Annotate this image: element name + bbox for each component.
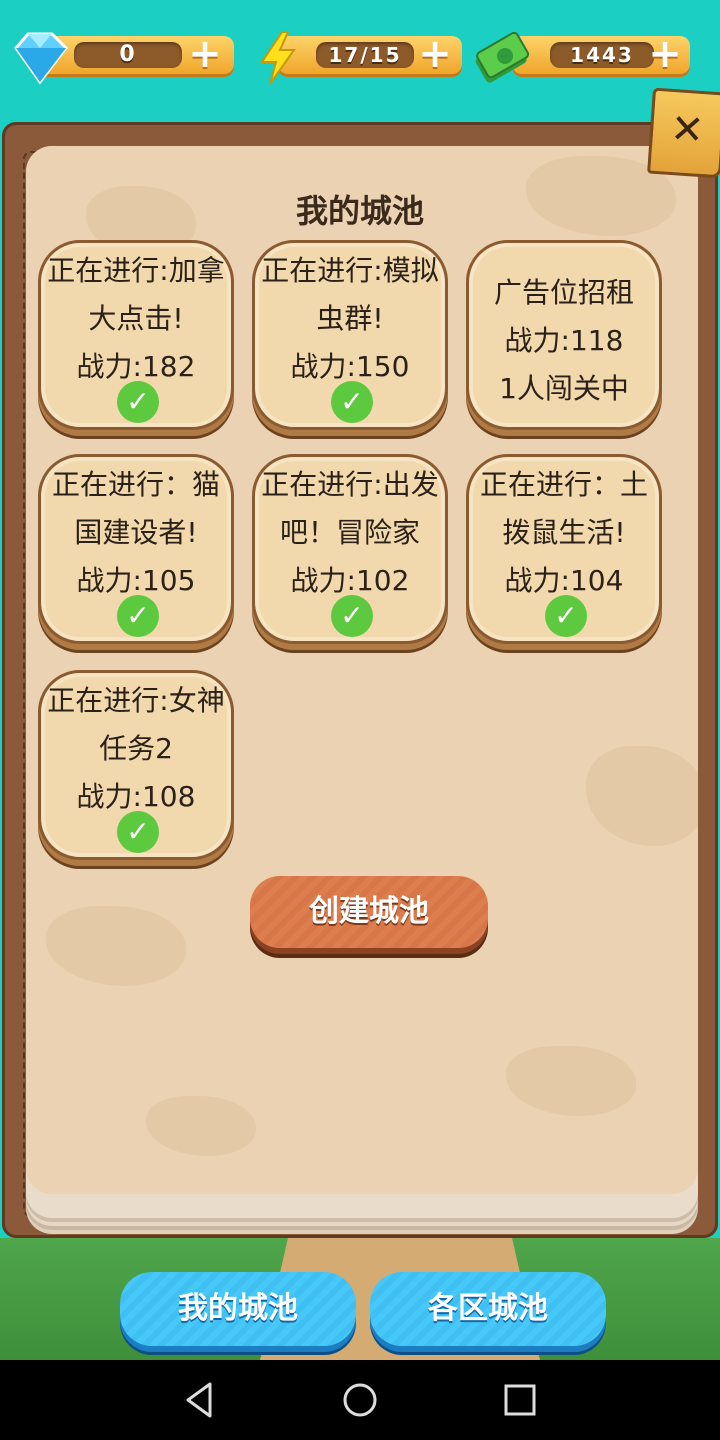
system-nav-bar bbox=[0, 1360, 720, 1440]
add-energy-button[interactable]: + bbox=[418, 34, 452, 74]
page-title: 我的城池 bbox=[295, 192, 424, 230]
gem-value: 0 bbox=[74, 42, 182, 68]
card-text: 正在进行：猫国建设者! bbox=[51, 468, 220, 549]
card-text: 正在进行:加拿大点击! bbox=[47, 254, 225, 335]
check-icon: ✓ bbox=[117, 811, 159, 853]
cash-counter: 1443 + bbox=[472, 30, 692, 83]
gem-counter: 0 + bbox=[8, 30, 234, 85]
card-power: 战力:118 bbox=[504, 324, 624, 357]
check-icon: ✓ bbox=[331, 595, 373, 637]
card-text: 正在进行:出发吧！冒险家 bbox=[261, 468, 439, 549]
city-card[interactable]: 正在进行：猫国建设者! 战力:105 ✓ bbox=[38, 454, 234, 644]
check-icon: ✓ bbox=[331, 381, 373, 423]
check-icon: ✓ bbox=[117, 595, 159, 637]
card-text: 正在进行:女神任务2 bbox=[47, 684, 225, 765]
cash-value: 1443 bbox=[550, 42, 654, 68]
home-icon[interactable] bbox=[338, 1378, 382, 1422]
create-city-button[interactable]: 创建城池 bbox=[250, 876, 488, 948]
close-button[interactable]: ✕ bbox=[647, 87, 720, 179]
lightning-icon bbox=[260, 31, 296, 85]
city-card-ad[interactable]: 广告位招租 战力:118 1人闯关中 bbox=[466, 240, 662, 430]
city-card[interactable]: 正在进行:女神任务2 战力:108 ✓ bbox=[38, 670, 234, 860]
city-card[interactable]: 正在进行:出发吧！冒险家 战力:102 ✓ bbox=[252, 454, 448, 644]
money-icon bbox=[475, 31, 530, 83]
city-card[interactable]: 正在进行:加拿大点击! 战力:182 ✓ bbox=[38, 240, 234, 430]
close-icon: ✕ bbox=[668, 105, 706, 155]
tab-my-cities[interactable]: 我的城池 bbox=[120, 1272, 356, 1346]
diamond-icon bbox=[14, 32, 68, 85]
card-text: 正在进行:模拟虫群! bbox=[261, 254, 439, 335]
city-card[interactable]: 正在进行:模拟虫群! 战力:150 ✓ bbox=[252, 240, 448, 430]
top-resource-bar: 0 + 17/15 + 1443 + bbox=[0, 0, 720, 120]
card-text: 广告位招租 bbox=[493, 276, 634, 309]
tab-region-cities[interactable]: 各区城池 bbox=[370, 1272, 606, 1346]
energy-counter: 17/15 + bbox=[256, 30, 462, 85]
add-gems-button[interactable]: + bbox=[188, 34, 222, 74]
card-players: 1人闯关中 bbox=[499, 372, 629, 405]
energy-value: 17/15 bbox=[316, 42, 414, 68]
recents-icon[interactable] bbox=[498, 1378, 542, 1422]
city-card[interactable]: 正在进行：土拨鼠生活! 战力:104 ✓ bbox=[466, 454, 662, 644]
add-cash-button[interactable]: + bbox=[648, 34, 682, 74]
check-icon: ✓ bbox=[117, 381, 159, 423]
back-icon[interactable] bbox=[178, 1378, 222, 1422]
check-icon: ✓ bbox=[545, 595, 587, 637]
card-text: 正在进行：土拨鼠生活! bbox=[479, 468, 648, 549]
